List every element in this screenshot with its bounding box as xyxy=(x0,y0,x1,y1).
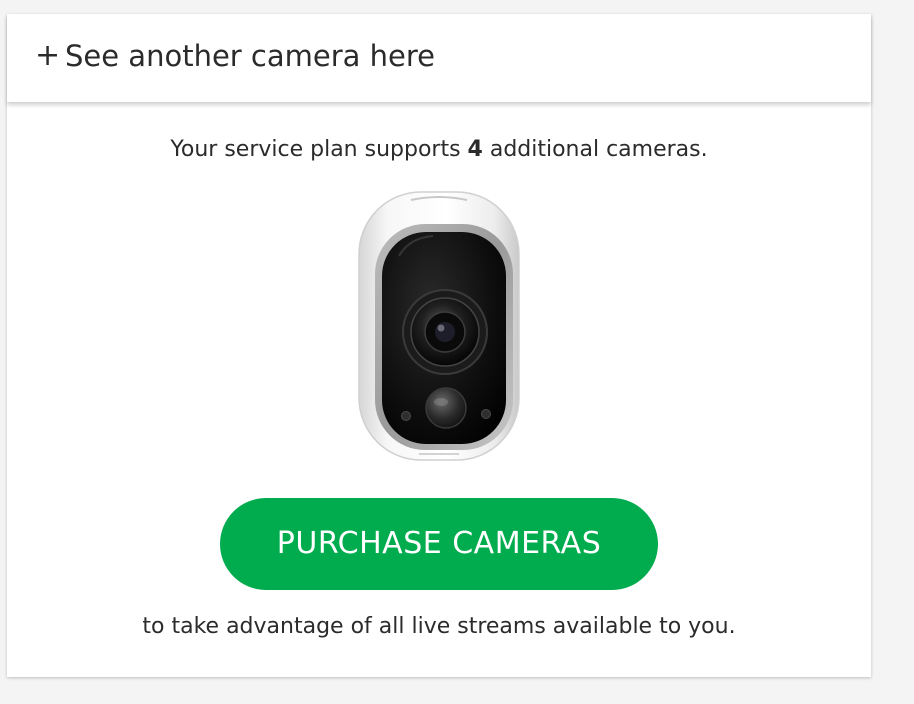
additional-camera-count: 4 xyxy=(467,137,483,162)
live-streams-text: to take advantage of all live streams av… xyxy=(142,614,736,639)
plus-icon: + xyxy=(35,38,61,73)
add-camera-card: + See another camera here Your service p… xyxy=(7,14,871,677)
header-title: See another camera here xyxy=(65,39,436,73)
see-another-camera-header[interactable]: + See another camera here xyxy=(7,14,871,102)
service-plan-text: Your service plan supports 4 additional … xyxy=(7,135,871,165)
plan-text-suffix: additional cameras. xyxy=(482,137,708,162)
security-camera-icon xyxy=(358,191,520,461)
plan-text-prefix: Your service plan supports xyxy=(170,137,468,162)
purchase-cameras-button[interactable]: PURCHASE CAMERAS xyxy=(220,498,658,590)
